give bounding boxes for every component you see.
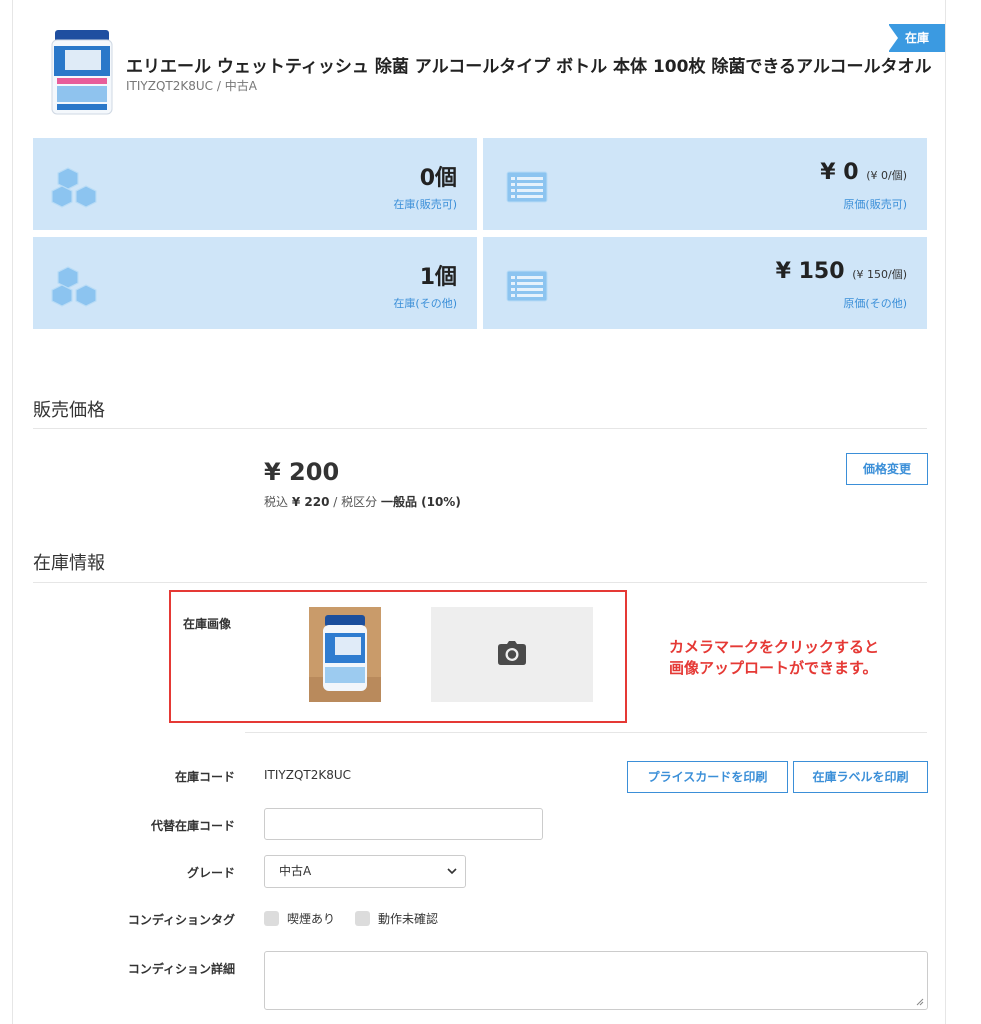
divider xyxy=(33,428,927,429)
tax-info: 税込 ¥ 220 / 税区分 一般品 (10%) xyxy=(264,493,461,510)
condition-tag-text: 動作未確認 xyxy=(378,912,439,926)
tax-class: 一般品 (10%) xyxy=(380,495,461,509)
tax-price: ¥ 220 xyxy=(291,495,330,509)
condition-tag-untested[interactable]: 動作未確認 xyxy=(355,910,438,927)
stat-other-stock: 1個 在庫(その他) xyxy=(33,237,477,329)
note-line-1: カメラマークをクリックすると xyxy=(669,638,880,656)
stat-sellable-stock: 0個 在庫(販売可) xyxy=(33,138,477,230)
stat-unit-cost: (¥ 150/個) xyxy=(852,268,907,281)
stock-code-label: 在庫コード xyxy=(174,770,235,784)
stat-value: ¥ 150 xyxy=(775,259,845,284)
sale-price: ¥ 200 xyxy=(264,458,340,486)
cubes-icon xyxy=(51,266,97,307)
stat-label: 原価(その他) xyxy=(843,297,907,310)
condition-tag-label: コンディションタグ xyxy=(127,913,235,927)
list-icon xyxy=(506,270,548,302)
resize-handle-icon[interactable] xyxy=(916,998,924,1006)
upload-instruction-note: カメラマークをクリックすると 画像アップロートができます。 xyxy=(669,637,879,679)
chevron-down-icon xyxy=(447,856,457,900)
cubes-icon xyxy=(51,167,97,208)
grade-select[interactable]: 中古A xyxy=(264,855,466,888)
stat-value: 1個 xyxy=(419,265,457,290)
grade-selected-value: 中古A xyxy=(279,864,312,878)
section-title-stock: 在庫情報 xyxy=(33,553,105,574)
stat-value: ¥ 0 xyxy=(820,160,859,185)
stat-other-cost: ¥ 150 (¥ 150/個) 原価(その他) xyxy=(483,237,927,329)
print-stock-label-button[interactable]: 在庫ラベルを印刷 xyxy=(793,761,928,793)
image-upload-button[interactable] xyxy=(431,607,593,702)
stock-image-label: 在庫画像 xyxy=(183,617,232,631)
page-container: 在庫 エリエール ウェットティッシュ 除菌 アルコールタイプ ボトル 本体 10… xyxy=(12,0,946,1024)
stat-sellable-cost: ¥ 0 (¥ 0/個) 原価(販売可) xyxy=(483,138,927,230)
grade-label: グレード xyxy=(186,866,235,880)
stock-code-value: ITIYZQT2K8UC xyxy=(264,768,352,782)
alt-stock-code-label: 代替在庫コード xyxy=(150,819,235,833)
divider xyxy=(33,582,927,583)
print-price-card-button[interactable]: プライスカードを印刷 xyxy=(627,761,788,793)
checkbox[interactable] xyxy=(264,911,279,926)
note-line-2: 画像アップロートができます。 xyxy=(669,659,878,677)
condition-tag-smoking[interactable]: 喫煙あり xyxy=(264,910,335,927)
stat-label: 在庫(販売可) xyxy=(393,198,457,211)
condition-detail-textarea[interactable] xyxy=(264,951,928,1010)
tax-separator: / 税区分 xyxy=(333,495,378,509)
camera-icon xyxy=(498,641,526,665)
list-icon xyxy=(506,171,548,203)
stock-status-badge: 在庫 xyxy=(888,24,945,52)
stat-unit-cost: (¥ 0/個) xyxy=(866,169,907,182)
stat-value: 0個 xyxy=(419,166,457,191)
product-thumbnail xyxy=(51,30,113,115)
condition-detail-label: コンディション詳細 xyxy=(127,962,235,976)
divider xyxy=(245,732,927,733)
stock-photo[interactable] xyxy=(309,607,381,702)
product-subtitle: ITIYZQT2K8UC / 中古A xyxy=(126,79,257,93)
condition-tag-text: 喫煙あり xyxy=(287,912,336,926)
section-title-price: 販売価格 xyxy=(33,400,105,421)
stat-label: 原価(販売可) xyxy=(843,198,907,211)
change-price-button[interactable]: 価格変更 xyxy=(846,453,928,485)
tax-prefix: 税込 xyxy=(264,495,289,509)
alt-stock-code-input[interactable] xyxy=(264,808,543,840)
stat-label: 在庫(その他) xyxy=(393,297,457,310)
checkbox[interactable] xyxy=(355,911,370,926)
product-title: エリエール ウェットティッシュ 除菌 アルコールタイプ ボトル 本体 100枚 … xyxy=(126,57,932,77)
